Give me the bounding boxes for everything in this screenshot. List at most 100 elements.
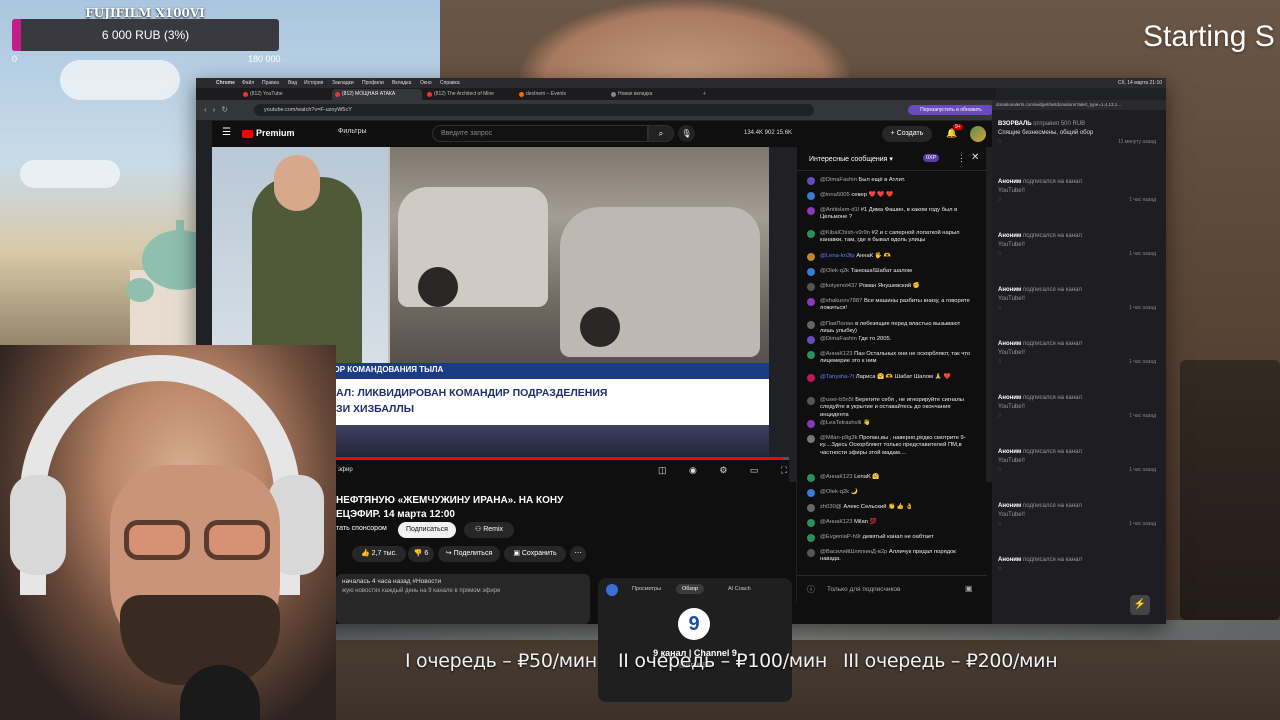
chat-text: Роман Янушевский ✊ bbox=[859, 283, 920, 289]
avatar[interactable] bbox=[807, 253, 815, 261]
avatar[interactable] bbox=[807, 374, 815, 382]
sponsor-button[interactable]: тать спонсором bbox=[336, 525, 387, 532]
chat-input[interactable]: Только для подписчиков bbox=[827, 586, 900, 593]
avatar[interactable] bbox=[807, 351, 815, 359]
relaunch-update-button[interactable]: Перезапустить и обновить bbox=[908, 105, 994, 115]
chat-text: Танюша!Шабат шалом bbox=[850, 268, 912, 274]
chat-author[interactable]: @ВасилийШлягкинД-в2р bbox=[820, 549, 887, 555]
create-button[interactable]: + Создать bbox=[882, 126, 932, 142]
queue-tier-1: I очередь – ₽50/мин bbox=[405, 650, 597, 672]
menu-item[interactable]: Вид bbox=[288, 80, 297, 86]
chat-author[interactable]: @kotyenot437 bbox=[820, 283, 857, 289]
share-button[interactable]: ↪ Поделиться bbox=[438, 546, 500, 562]
avatar[interactable] bbox=[807, 268, 815, 276]
menu-item[interactable]: Закладки bbox=[332, 80, 354, 86]
chat-author[interactable]: @Lena-kn3lp bbox=[820, 253, 855, 259]
youtube-logo[interactable]: Premium bbox=[242, 128, 295, 138]
events-icon bbox=[519, 92, 524, 97]
microphone-icon[interactable]: 🎙 bbox=[678, 125, 695, 142]
chat-author[interactable]: @ПавПолан bbox=[820, 321, 853, 327]
chat-author[interactable]: @DimaFashin bbox=[820, 177, 857, 183]
back-forward-reload-icons[interactable]: ‹›↻ bbox=[204, 105, 234, 114]
new-tab-button[interactable]: + bbox=[700, 89, 714, 100]
browser-tab[interactable]: (812) The Architect of Mine bbox=[424, 89, 514, 100]
chat-money-icon[interactable]: ▣ bbox=[965, 584, 973, 593]
chat-author[interactable]: @inna5005 bbox=[820, 192, 850, 198]
close-icon[interactable]: ✕ bbox=[971, 152, 979, 163]
avatar[interactable] bbox=[807, 519, 815, 527]
tab-overview[interactable]: Обзор bbox=[676, 584, 704, 594]
avatar[interactable] bbox=[807, 489, 815, 497]
donation-item: ВЗОРВАЛЬ отправил 500 RUB Спящие бизнесм… bbox=[998, 120, 1162, 147]
menu-item[interactable]: Правка bbox=[262, 80, 279, 86]
tab-views[interactable]: Просмотры bbox=[632, 586, 661, 592]
avatar[interactable] bbox=[970, 126, 986, 142]
menu-item[interactable]: Профили bbox=[362, 80, 384, 86]
chat-author[interactable]: @АннаК123 bbox=[820, 474, 852, 480]
donation-action: подписался на канал bbox=[1023, 287, 1082, 293]
menu-item[interactable]: История bbox=[304, 80, 323, 86]
lightning-icon[interactable]: ⚡ bbox=[1130, 595, 1150, 615]
browser-tab[interactable]: Новая вкладка bbox=[608, 89, 698, 100]
avatar[interactable] bbox=[807, 336, 815, 344]
avatar[interactable] bbox=[807, 397, 815, 405]
more-options-icon[interactable]: ⋯ bbox=[570, 546, 586, 562]
menu-item[interactable]: Справка bbox=[440, 80, 460, 86]
chat-author[interactable]: @EvgeniaP-h9r bbox=[820, 534, 861, 540]
chat-author[interactable]: @shakurov7887 bbox=[820, 298, 862, 304]
chat-author[interactable]: @KibalChish-v9r9n bbox=[820, 230, 870, 236]
channel-logo[interactable]: 9 bbox=[678, 608, 710, 640]
chat-author[interactable]: @DimaFashin bbox=[820, 336, 857, 342]
browser-tab-active[interactable]: (812) МОЩНАЯ АТАКА bbox=[332, 89, 422, 100]
avatar[interactable] bbox=[807, 298, 815, 306]
chat-author[interactable]: @Olek-q2k bbox=[820, 489, 849, 495]
address-bar[interactable]: youtube.com/watch?v=F-uzoyW5cY bbox=[254, 104, 814, 116]
avatar[interactable] bbox=[807, 549, 815, 557]
chat-author[interactable]: @Antiislam-d1l bbox=[820, 207, 859, 213]
search-icon[interactable]: ⌕ bbox=[648, 125, 674, 142]
menu-item[interactable]: Файл bbox=[242, 80, 254, 86]
save-button[interactable]: ▣ Сохранить bbox=[504, 546, 566, 562]
chat-author[interactable]: @Milan-p9g3k bbox=[820, 435, 857, 441]
chat-author[interactable]: @Olek-q2k bbox=[820, 268, 849, 274]
description-box[interactable]: началась 4 часа назад #Новости жую новос… bbox=[336, 574, 590, 624]
dislike-button[interactable]: 👎 6 bbox=[408, 546, 434, 562]
menu-hamburger-icon[interactable]: ☰ bbox=[222, 127, 231, 138]
avatar[interactable] bbox=[807, 420, 815, 428]
chat-author[interactable]: @Tanysha-7t bbox=[820, 374, 854, 380]
donation-time: 1 час назад bbox=[1129, 197, 1156, 203]
chat-author[interactable]: @user-b5n5t bbox=[820, 397, 854, 403]
chat-author[interactable]: zh030@ bbox=[820, 504, 842, 510]
donation-message: Спящие бизнесмены, общий обор bbox=[998, 130, 1094, 136]
avatar[interactable] bbox=[807, 534, 815, 542]
menu-item[interactable]: Вкладка bbox=[392, 80, 411, 86]
streamer-head-background bbox=[520, 0, 850, 80]
avatar[interactable] bbox=[807, 207, 815, 215]
avatar[interactable] bbox=[807, 177, 815, 185]
chat-mode-dropdown[interactable]: Интересные сообщения ▾ bbox=[809, 155, 893, 163]
tab-ai-coach[interactable]: AI Coach bbox=[728, 586, 751, 592]
refresh-icon: ◌ bbox=[998, 305, 1002, 311]
chat-author[interactable]: @АннаК123 bbox=[820, 519, 852, 525]
menu-item[interactable]: Chrome bbox=[216, 80, 235, 86]
avatar[interactable] bbox=[807, 192, 815, 200]
more-options-icon[interactable]: ⋮ bbox=[957, 153, 966, 164]
chat-author[interactable]: @LeaTetrashvili bbox=[820, 420, 861, 426]
like-button[interactable]: 👍 2,7 тыс. bbox=[352, 546, 406, 562]
browser-tab[interactable]: (812) YouTube bbox=[240, 89, 330, 100]
remix-button[interactable]: ⚇ Remix bbox=[464, 522, 514, 538]
avatar[interactable] bbox=[807, 230, 815, 238]
menu-item[interactable]: Окно bbox=[420, 80, 432, 86]
subscribe-button[interactable]: Подписаться bbox=[398, 522, 456, 538]
avatar[interactable] bbox=[807, 474, 815, 482]
browser-tab[interactable]: dexInem – Events bbox=[516, 89, 606, 100]
chat-author[interactable]: @АннаК123 bbox=[820, 351, 852, 357]
player-control-icons[interactable]: ◫ ◉ ⚙ ▭ ⛶ bbox=[658, 465, 797, 476]
search-input[interactable]: Введите запрос bbox=[432, 125, 648, 142]
avatar[interactable] bbox=[807, 321, 815, 329]
studio-frame bbox=[212, 147, 388, 363]
avatar[interactable] bbox=[807, 504, 815, 512]
filter-button[interactable]: Фильтры bbox=[338, 128, 367, 135]
avatar[interactable] bbox=[807, 435, 815, 443]
avatar[interactable] bbox=[807, 283, 815, 291]
